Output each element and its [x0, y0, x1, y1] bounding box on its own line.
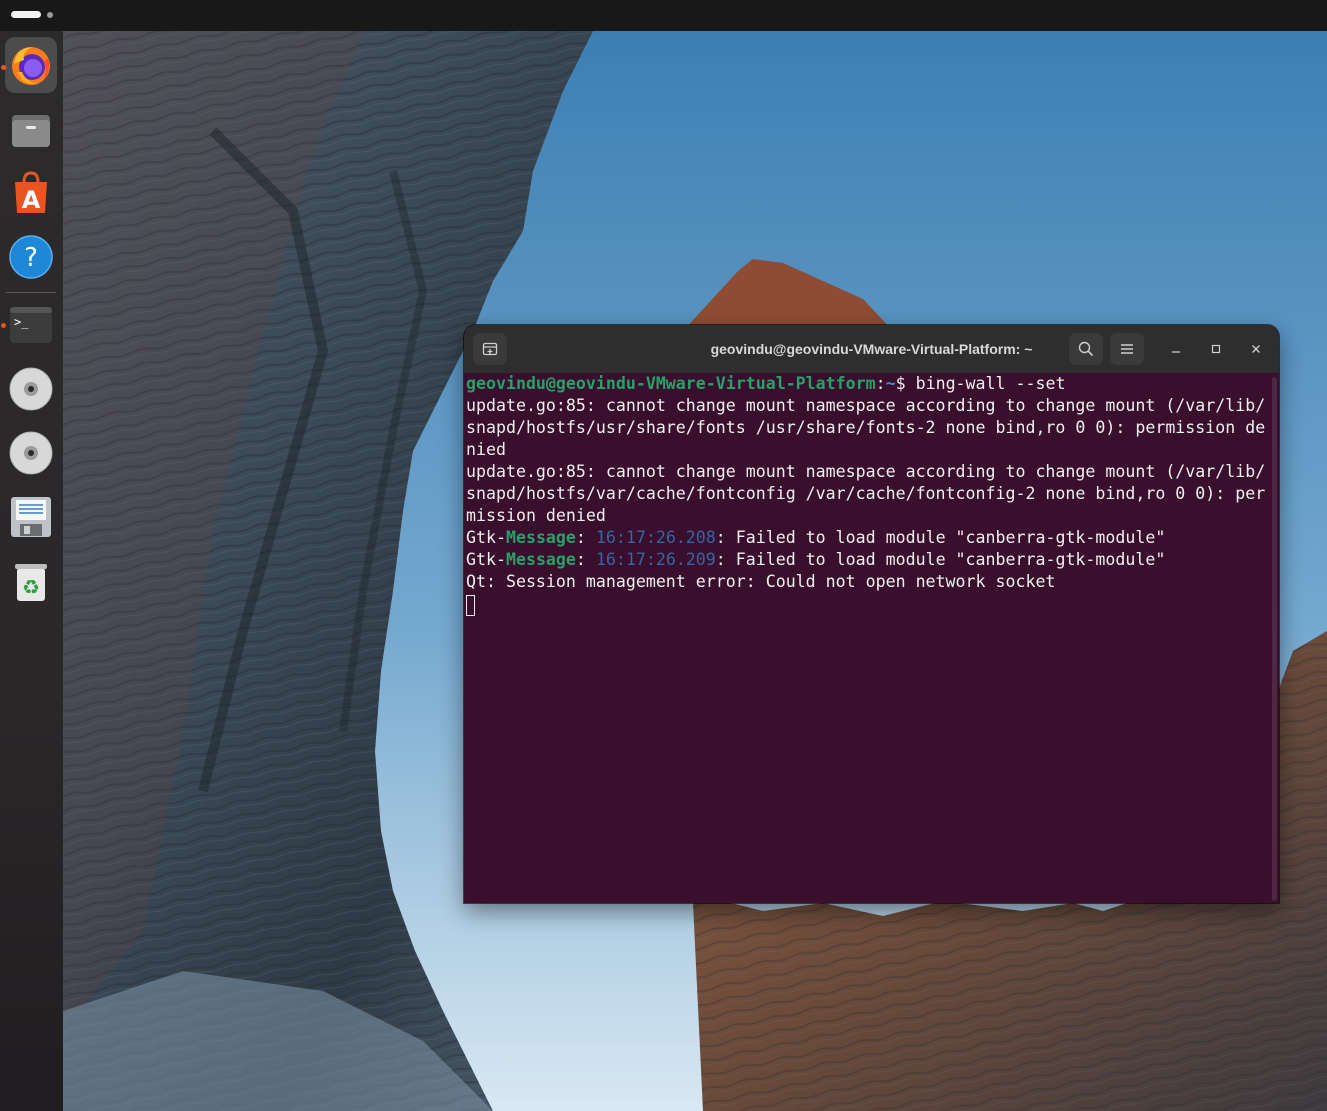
dock-item-floppy[interactable]: [5, 489, 57, 545]
gtk-message-line: Gtk-Message: 16:17:26.209: Failed to loa…: [466, 549, 1270, 571]
floppy-disk-icon: [11, 497, 51, 537]
firefox-icon: [12, 47, 50, 85]
prompt-line: geovindu@geovindu-VMware-Virtual-Platfor…: [466, 373, 1270, 395]
dock-item-trash[interactable]: ♻: [5, 553, 57, 609]
dock-item-disc-2[interactable]: [5, 425, 57, 481]
gtk-message-line: Gtk-Message: 16:17:26.208: Failed to loa…: [466, 527, 1270, 549]
gtk-colon: :: [575, 550, 596, 569]
top-bar: [0, 0, 1327, 31]
help-icon: ?: [9, 235, 53, 279]
close-button[interactable]: [1246, 339, 1266, 359]
terminal-window[interactable]: geovindu@geovindu-VMware-Virtual-Platfor…: [464, 325, 1279, 903]
gtk-kind: Message: [505, 550, 576, 569]
gtk-prefix: Gtk-: [466, 550, 506, 569]
new-tab-icon: [482, 342, 498, 356]
trash-icon: ♻: [15, 564, 47, 601]
minimize-button[interactable]: [1166, 339, 1186, 359]
dock-item-files[interactable]: [5, 101, 57, 157]
gtk-colon: :: [575, 528, 596, 547]
svg-text:?: ?: [24, 243, 38, 273]
window-title: geovindu@geovindu-VMware-Virtual-Platfor…: [710, 341, 1033, 357]
qt-error-line: Qt: Session management error: Could not …: [466, 572, 1056, 591]
hamburger-menu-icon: [1121, 344, 1133, 354]
gtk-prefix: Gtk-: [466, 528, 506, 547]
terminal-titlebar[interactable]: geovindu@geovindu-VMware-Virtual-Platfor…: [464, 325, 1279, 373]
dock-item-firefox[interactable]: [5, 37, 57, 93]
disc-icon: [9, 431, 53, 475]
prompt-dollar: $: [895, 374, 916, 393]
prompt-separator: :: [875, 374, 886, 393]
output-line: nied: [466, 440, 506, 459]
output-line: update.go:85: cannot change mount namesp…: [466, 396, 1266, 415]
app-center-icon: A: [15, 171, 47, 214]
search-icon: [1078, 341, 1094, 357]
svg-text:>_: >_: [14, 315, 29, 329]
scrollbar[interactable]: [1272, 377, 1277, 901]
dock-item-disc-1[interactable]: [5, 361, 57, 417]
text-cursor: [466, 595, 475, 616]
dock-item-help[interactable]: ?: [5, 229, 57, 285]
dock-item-terminal[interactable]: >_: [5, 297, 57, 353]
files-icon: [12, 115, 50, 147]
output-line: snapd/hostfs/usr/share/fonts /usr/share/…: [466, 418, 1266, 437]
cursor-line: [466, 593, 1270, 616]
gtk-timestamp: 16:17:26.209: [595, 550, 716, 569]
dock-separator: [6, 292, 56, 293]
maximize-button[interactable]: [1206, 339, 1226, 359]
prompt-user-host: geovindu@geovindu-VMware-Virtual-Platfor…: [466, 374, 876, 393]
terminal-output[interactable]: geovindu@geovindu-VMware-Virtual-Platfor…: [464, 373, 1270, 903]
disc-icon: [9, 367, 53, 411]
minimize-icon: [1172, 351, 1180, 353]
gtk-text: : Failed to load module "canberra-gtk-mo…: [715, 528, 1166, 547]
svg-text:A: A: [22, 186, 41, 214]
prompt-path: ~: [885, 374, 896, 393]
close-icon: [1252, 345, 1260, 353]
gtk-timestamp: 16:17:26.208: [595, 528, 716, 547]
output-line: mission denied: [466, 506, 606, 525]
workspace-indicator-active[interactable]: [11, 11, 41, 18]
output-line: snapd/hostfs/var/cache/fontconfig /var/c…: [466, 484, 1266, 503]
command-text: bing-wall --set: [915, 374, 1066, 393]
gtk-kind: Message: [505, 528, 576, 547]
output-line: update.go:85: cannot change mount namesp…: [466, 462, 1266, 481]
svg-text:♻: ♻: [22, 575, 40, 599]
search-button[interactable]: [1069, 333, 1103, 365]
new-tab-button[interactable]: [473, 333, 507, 365]
dock: A ? >_ ♻: [0, 31, 63, 1111]
dock-item-app-center[interactable]: A: [5, 165, 57, 221]
terminal-icon: >_: [10, 307, 52, 343]
gtk-text: : Failed to load module "canberra-gtk-mo…: [715, 550, 1166, 569]
menu-button[interactable]: [1110, 333, 1144, 365]
workspace-indicator[interactable]: [47, 12, 53, 18]
maximize-icon: [1211, 344, 1221, 354]
